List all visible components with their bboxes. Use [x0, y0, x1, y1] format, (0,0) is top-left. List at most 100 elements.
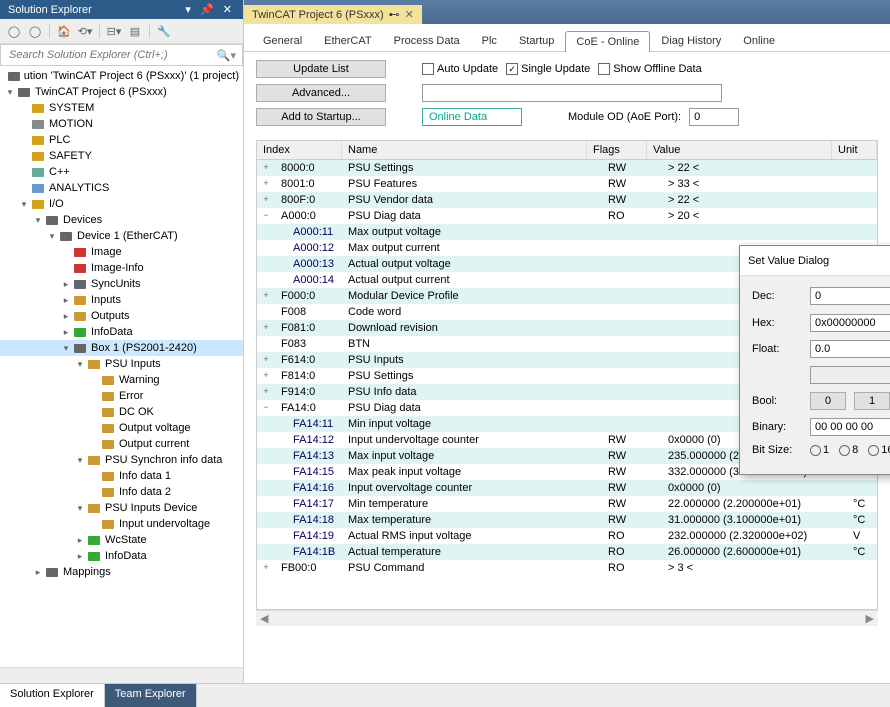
tree-item[interactable]: C++: [0, 164, 243, 180]
tree-item[interactable]: ▸Mappings: [0, 564, 243, 580]
wrench-icon[interactable]: 🔧: [155, 22, 173, 40]
tree-item[interactable]: SYSTEM: [0, 100, 243, 116]
tab-ethercat[interactable]: EtherCAT: [313, 30, 382, 51]
tree-item[interactable]: Output voltage: [0, 420, 243, 436]
document-tab[interactable]: TwinCAT Project 6 (PSxxx) ⊷ ✕: [244, 5, 422, 24]
tree-item[interactable]: Image-Info: [0, 260, 243, 276]
tree-item[interactable]: ▾PSU Inputs: [0, 356, 243, 372]
radio-16[interactable]: 16: [868, 444, 890, 456]
header-unit[interactable]: Unit: [832, 141, 877, 159]
tree-item[interactable]: ▾Device 1 (EtherCAT): [0, 228, 243, 244]
back-icon[interactable]: ◯: [5, 22, 23, 40]
forward-icon[interactable]: ◯: [26, 22, 44, 40]
dropdown-icon[interactable]: ▾: [182, 4, 194, 16]
tree-item[interactable]: ▸Inputs: [0, 292, 243, 308]
advanced-button[interactable]: Advanced...: [256, 84, 386, 102]
auto-update-checkbox[interactable]: Auto Update: [422, 63, 498, 75]
tree-item[interactable]: ▾Box 1 (PS2001-2420): [0, 340, 243, 356]
header-index[interactable]: Index: [257, 141, 342, 159]
coe-panel: Update List Auto Update ✓Single Update S…: [244, 52, 890, 140]
tree-item[interactable]: Error: [0, 388, 243, 404]
tab-pin-icon[interactable]: ⊷: [389, 8, 400, 21]
tab-online[interactable]: Online: [732, 30, 786, 51]
grid-row[interactable]: FA14:16Input overvoltage counterRW0x0000…: [257, 480, 877, 496]
header-name[interactable]: Name: [342, 141, 587, 159]
close-icon[interactable]: ✕: [220, 4, 235, 16]
bool-0-button[interactable]: 0: [810, 392, 846, 410]
tab-coe-online[interactable]: CoE - Online: [565, 31, 650, 52]
dialog-title-bar[interactable]: Set Value Dialog ✕: [740, 246, 890, 276]
tree-item[interactable]: ANALYTICS: [0, 180, 243, 196]
binary-input[interactable]: [810, 418, 890, 436]
tab-plc[interactable]: Plc: [471, 30, 508, 51]
grid-row[interactable]: +8001:0PSU FeaturesRW> 33 <: [257, 176, 877, 192]
add-startup-button[interactable]: Add to Startup...: [256, 108, 386, 126]
tree-item[interactable]: DC OK: [0, 404, 243, 420]
search-input[interactable]: [7, 48, 217, 62]
tree-item[interactable]: ▾PSU Inputs Device: [0, 500, 243, 516]
grid-row[interactable]: −A000:0PSU Diag dataRO> 20 <: [257, 208, 877, 224]
tree-item[interactable]: ▸InfoData: [0, 548, 243, 564]
scroll-right-icon[interactable]: ▶: [866, 612, 874, 625]
tab-solution-explorer[interactable]: Solution Explorer: [0, 684, 105, 707]
dec-input[interactable]: [810, 287, 890, 305]
grid-row[interactable]: A000:11Max output voltage: [257, 224, 877, 240]
pin-icon[interactable]: 📌: [197, 4, 217, 16]
tab-startup[interactable]: Startup: [508, 30, 565, 51]
search-icon[interactable]: 🔍▾: [217, 49, 236, 62]
grid-row[interactable]: +8000:0PSU SettingsRW> 22 <: [257, 160, 877, 176]
tab-close-icon[interactable]: ✕: [405, 8, 414, 21]
tree-item[interactable]: Output current: [0, 436, 243, 452]
show-icon[interactable]: ▤: [126, 22, 144, 40]
grid-row[interactable]: FA14:1BActual temperatureRO26.000000 (2.…: [257, 544, 877, 560]
explorer-hscroll[interactable]: [0, 667, 243, 683]
tree-item[interactable]: SAFETY: [0, 148, 243, 164]
advanced-text[interactable]: [422, 84, 722, 102]
single-update-checkbox[interactable]: ✓Single Update: [506, 63, 590, 75]
title-buttons: ▾ 📌 ✕: [182, 3, 235, 16]
show-offline-checkbox[interactable]: Show Offline Data: [598, 63, 701, 75]
tree-item[interactable]: ▾I/O: [0, 196, 243, 212]
tree-item[interactable]: ▸WcState: [0, 532, 243, 548]
radio-8[interactable]: 8: [839, 444, 858, 456]
tree-item[interactable]: ▸SyncUnits: [0, 276, 243, 292]
tab-diag-history[interactable]: Diag History: [650, 30, 732, 51]
grid-hscroll[interactable]: ◀ ▶: [256, 610, 878, 626]
tree-item[interactable]: Info data 1: [0, 468, 243, 484]
tree-item[interactable]: ▸InfoData: [0, 324, 243, 340]
tree-item[interactable]: ution 'TwinCAT Project 6 (PSxxx)' (1 pro…: [0, 68, 243, 84]
search-box[interactable]: 🔍▾: [0, 44, 243, 66]
tree-item[interactable]: PLC: [0, 132, 243, 148]
collapse-icon[interactable]: ⊟▾: [105, 22, 123, 40]
tab-team-explorer[interactable]: Team Explorer: [105, 684, 197, 707]
tree-item[interactable]: Image: [0, 244, 243, 260]
hex-input[interactable]: [810, 314, 890, 332]
tab-process-data[interactable]: Process Data: [383, 30, 471, 51]
tree-item[interactable]: ▾TwinCAT Project 6 (PSxxx): [0, 84, 243, 100]
grid-row[interactable]: FA14:17Min temperatureRW22.000000 (2.200…: [257, 496, 877, 512]
tab-general[interactable]: General: [252, 30, 313, 51]
float-input[interactable]: [810, 340, 890, 358]
header-flags[interactable]: Flags: [587, 141, 647, 159]
tree-item[interactable]: Info data 2: [0, 484, 243, 500]
tree-item[interactable]: ▸Outputs: [0, 308, 243, 324]
radio-1[interactable]: 1: [810, 444, 829, 456]
tree-item[interactable]: ▾PSU Synchron info data: [0, 452, 243, 468]
scroll-left-icon[interactable]: ◀: [260, 612, 268, 625]
tree-item[interactable]: MOTION: [0, 116, 243, 132]
tree-item[interactable]: ▾Devices: [0, 212, 243, 228]
tree-view: ution 'TwinCAT Project 6 (PSxxx)' (1 pro…: [0, 66, 243, 667]
grid-row[interactable]: FA14:19Actual RMS input voltageRO232.000…: [257, 528, 877, 544]
grid-row[interactable]: +800F:0PSU Vendor dataRW> 22 <: [257, 192, 877, 208]
tree-item[interactable]: Input undervoltage: [0, 516, 243, 532]
module-od-input[interactable]: [689, 108, 739, 126]
sync-icon[interactable]: ⟲▾: [76, 22, 94, 40]
update-list-button[interactable]: Update List: [256, 60, 386, 78]
bool-1-button[interactable]: 1: [854, 392, 890, 410]
bottom-tab-strip: Solution Explorer Team Explorer: [0, 683, 890, 707]
grid-row[interactable]: +FB00:0PSU CommandRO> 3 <: [257, 560, 877, 576]
grid-row[interactable]: FA14:18Max temperatureRW31.000000 (3.100…: [257, 512, 877, 528]
home-icon[interactable]: 🏠: [55, 22, 73, 40]
header-value[interactable]: Value: [647, 141, 832, 159]
tree-item[interactable]: Warning: [0, 372, 243, 388]
